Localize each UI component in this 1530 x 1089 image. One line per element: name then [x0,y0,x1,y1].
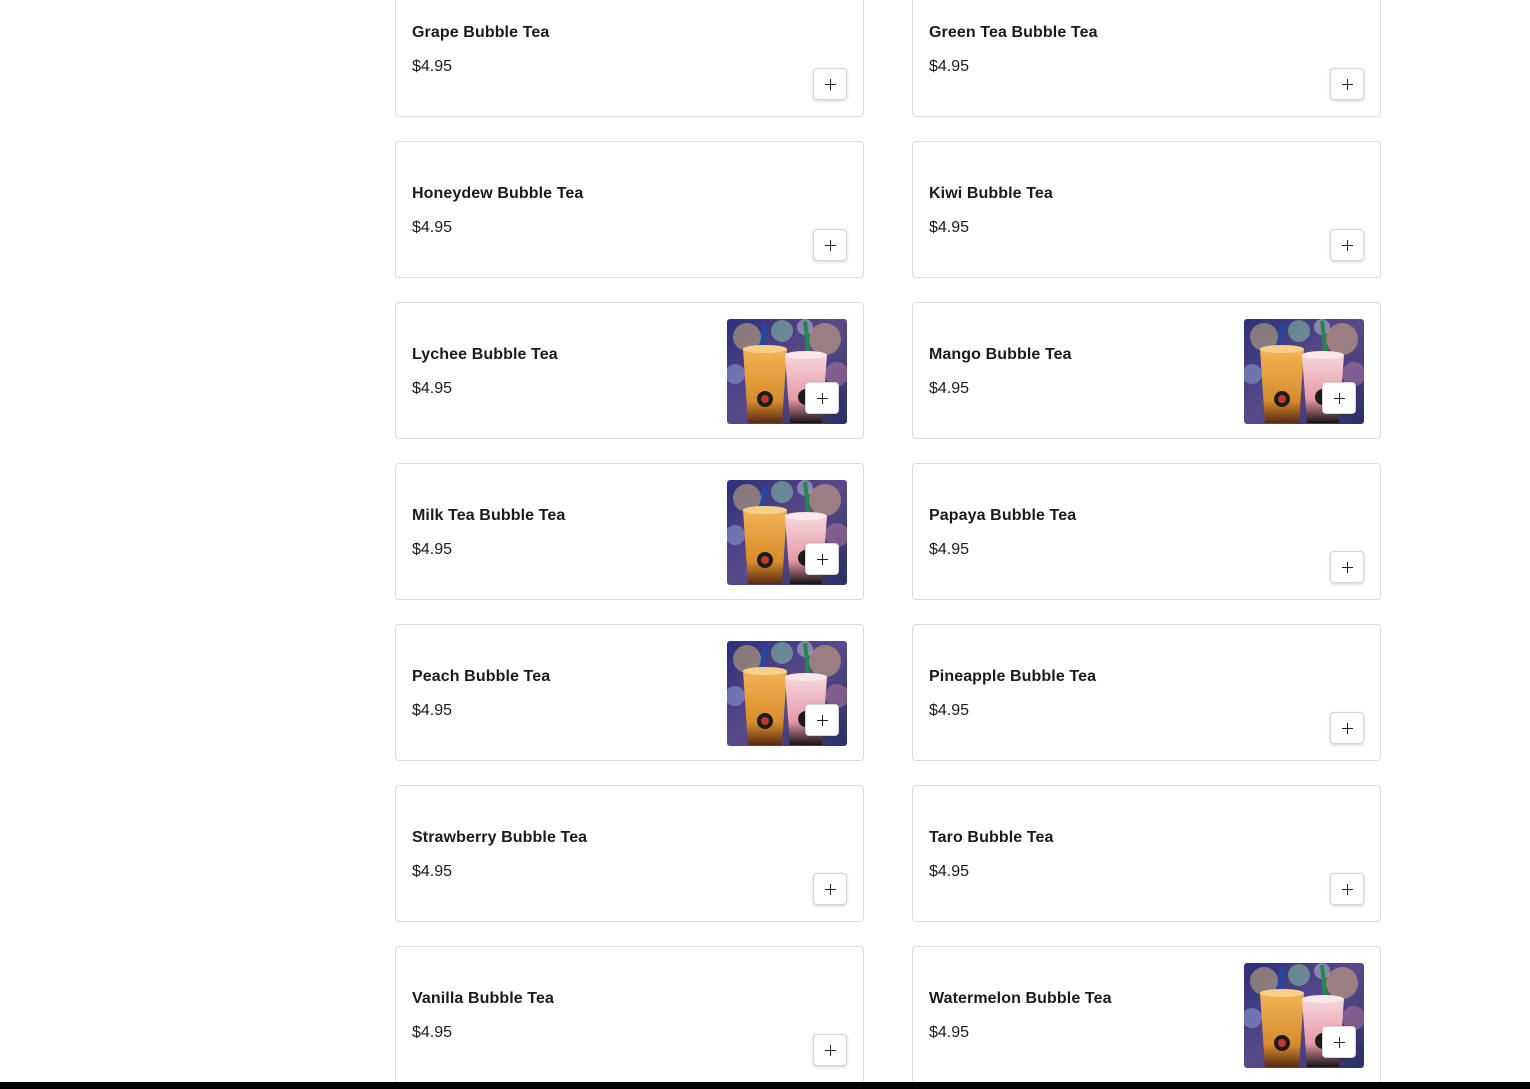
menu-item-price: $4.95 [412,219,453,236]
menu-item-card[interactable]: Peach Bubble Tea $4.95 [395,624,864,761]
menu-item-name: Pineapple Bubble Tea [929,668,1097,685]
menu-item-card[interactable]: Strawberry Bubble Tea $4.95 [395,785,864,922]
menu-item-grid: Grape Bubble Tea $4.95 Green Tea Bubble … [395,0,1381,1083]
menu-item-price: $4.95 [929,863,970,880]
menu-item-price: $4.95 [412,1024,453,1041]
menu-item-card[interactable]: Lychee Bubble Tea $4.95 [395,302,864,439]
menu-item-name: Watermelon Bubble Tea [929,990,1112,1007]
menu-item-card[interactable]: Milk Tea Bubble Tea $4.95 [395,463,864,600]
menu-item-price: $4.95 [412,380,453,397]
plus-icon [824,78,836,90]
menu-item-price: $4.95 [929,58,970,75]
bottom-edge-bar [0,1082,1530,1089]
add-to-cart-button[interactable] [1330,229,1364,261]
plus-icon [1341,722,1353,734]
add-to-cart-button[interactable] [1330,712,1364,744]
add-to-cart-button[interactable] [805,543,839,575]
plus-icon [816,714,828,726]
menu-item-name: Papaya Bubble Tea [929,507,1077,524]
add-to-cart-button[interactable] [805,382,839,414]
menu-item-name: Vanilla Bubble Tea [412,990,554,1007]
plus-icon [816,392,828,404]
menu-item-card[interactable]: Mango Bubble Tea $4.95 [912,302,1381,439]
menu-item-name: Grape Bubble Tea [412,24,550,41]
plus-icon [1333,392,1345,404]
add-to-cart-button[interactable] [1322,382,1356,414]
menu-item-price: $4.95 [412,863,453,880]
menu-item-name: Kiwi Bubble Tea [929,185,1053,202]
menu-item-price: $4.95 [929,380,970,397]
add-to-cart-button[interactable] [813,68,847,100]
menu-item-name: Lychee Bubble Tea [412,346,558,363]
add-to-cart-button[interactable] [1330,551,1364,583]
add-to-cart-button[interactable] [1322,1026,1356,1058]
menu-item-price: $4.95 [412,541,453,558]
plus-icon [824,239,836,251]
plus-icon [1341,883,1353,895]
menu-item-name: Green Tea Bubble Tea [929,24,1098,41]
add-to-cart-button[interactable] [813,1034,847,1066]
menu-item-card[interactable]: Papaya Bubble Tea $4.95 [912,463,1381,600]
menu-item-price: $4.95 [929,1024,970,1041]
menu-item-price: $4.95 [929,541,970,558]
menu-item-price: $4.95 [412,702,453,719]
plus-icon [824,1044,836,1056]
add-to-cart-button[interactable] [813,873,847,905]
plus-icon [1333,1036,1345,1048]
menu-item-price: $4.95 [929,702,970,719]
plus-icon [816,553,828,565]
menu-item-name: Mango Bubble Tea [929,346,1072,363]
menu-item-price: $4.95 [929,219,970,236]
menu-item-card[interactable]: Taro Bubble Tea $4.95 [912,785,1381,922]
menu-item-card[interactable]: Honeydew Bubble Tea $4.95 [395,141,864,278]
menu-item-card[interactable]: Green Tea Bubble Tea $4.95 [912,0,1381,117]
plus-icon [1341,561,1353,573]
menu-item-name: Taro Bubble Tea [929,829,1054,846]
menu-item-card[interactable]: Vanilla Bubble Tea $4.95 [395,946,864,1083]
plus-icon [824,883,836,895]
add-to-cart-button[interactable] [1330,873,1364,905]
menu-item-card[interactable]: Kiwi Bubble Tea $4.95 [912,141,1381,278]
menu-item-name: Strawberry Bubble Tea [412,829,588,846]
menu-item-name: Peach Bubble Tea [412,668,551,685]
plus-icon [1341,239,1353,251]
menu-item-name: Honeydew Bubble Tea [412,185,584,202]
add-to-cart-button[interactable] [813,229,847,261]
menu-item-card[interactable]: Watermelon Bubble Tea $4.95 [912,946,1381,1083]
plus-icon [1341,78,1353,90]
add-to-cart-button[interactable] [1330,68,1364,100]
menu-item-name: Milk Tea Bubble Tea [412,507,566,524]
add-to-cart-button[interactable] [805,704,839,736]
menu-item-price: $4.95 [412,58,453,75]
menu-item-card[interactable]: Pineapple Bubble Tea $4.95 [912,624,1381,761]
menu-item-card[interactable]: Grape Bubble Tea $4.95 [395,0,864,117]
